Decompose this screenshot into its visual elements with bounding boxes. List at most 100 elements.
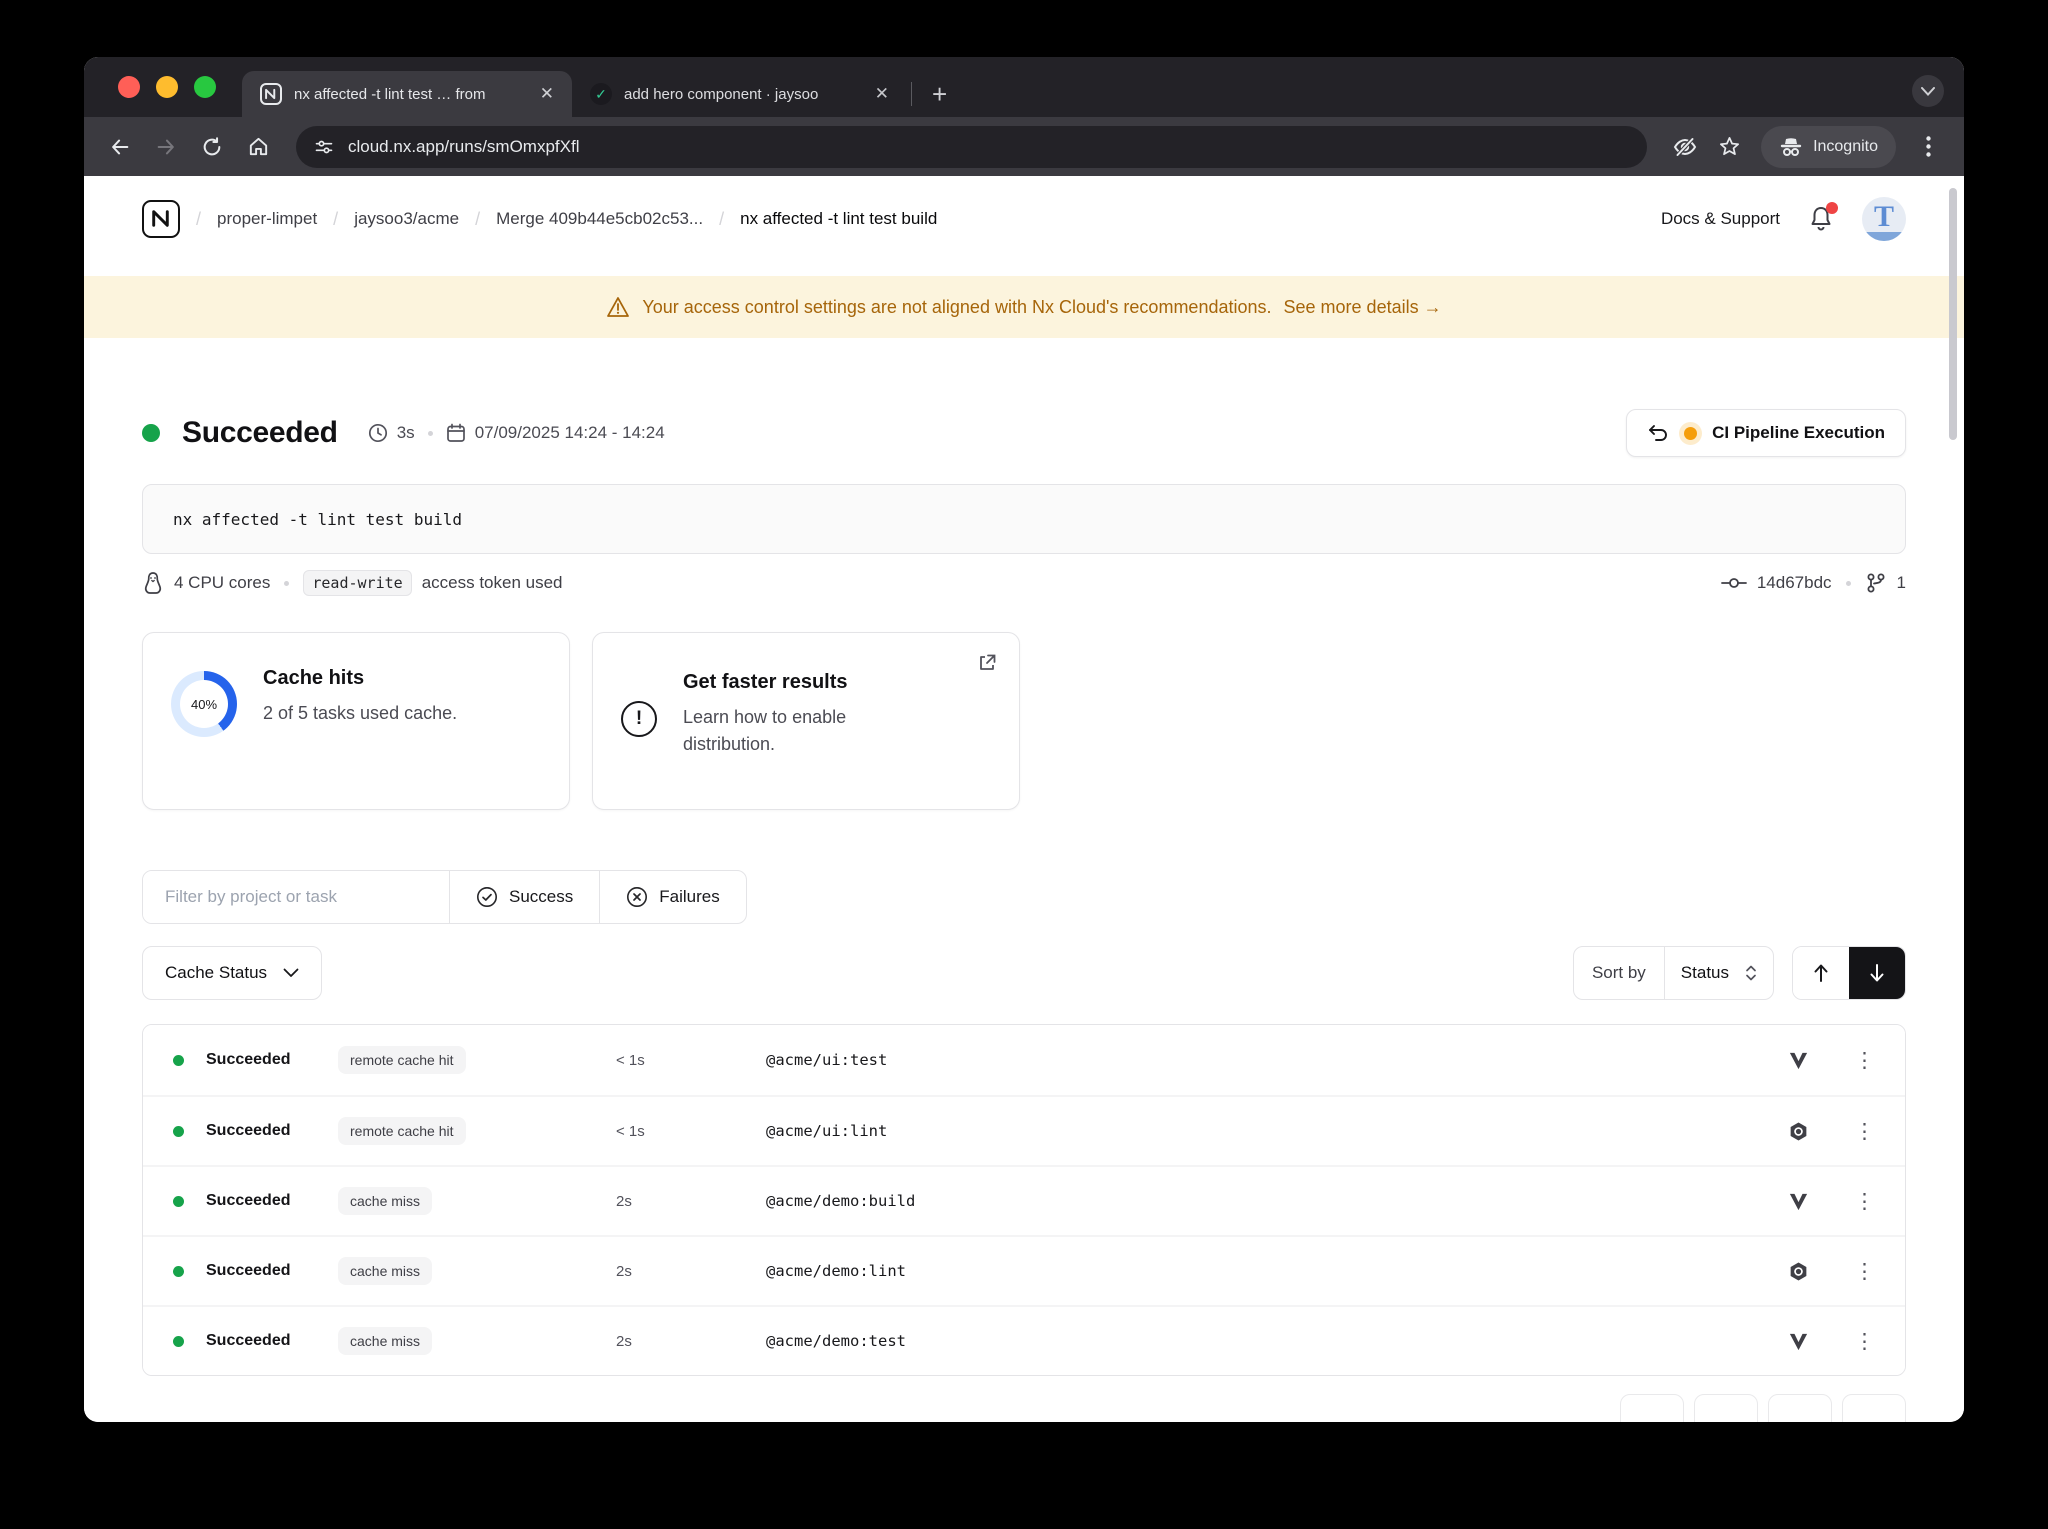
commit-sha[interactable]: 14d67bdc [1757, 573, 1832, 593]
eslint-icon [1787, 1260, 1810, 1283]
breadcrumb-workspace[interactable]: jaysoo3/acme [354, 209, 459, 229]
cache-badge: cache miss [338, 1327, 432, 1355]
row-menu-icon[interactable]: ⋮ [1854, 1050, 1875, 1071]
breadcrumb-separator: / [196, 209, 201, 230]
task-status: Succeeded [206, 1332, 338, 1350]
browser-toolbar: cloud.nx.app/runs/smOmxpfXfl Incognito [84, 117, 1964, 176]
cache-hit-donut: 40% [171, 671, 237, 737]
pagination-button[interactable] [1694, 1394, 1758, 1422]
site-settings-icon[interactable] [314, 137, 334, 157]
task-row[interactable]: Succeeded remote cache hit < 1s @acme/ui… [143, 1095, 1905, 1165]
avatar[interactable]: T [1862, 197, 1906, 241]
linux-penguin-icon [142, 571, 164, 595]
vitest-icon [1787, 1049, 1810, 1072]
task-target[interactable]: @acme/demo:test [766, 1332, 1787, 1350]
reload-icon[interactable] [192, 127, 232, 167]
new-tab-button[interactable]: + [922, 79, 957, 110]
pagination-button[interactable] [1620, 1394, 1684, 1422]
docs-support-link[interactable]: Docs & Support [1661, 209, 1780, 229]
filter-input[interactable] [143, 871, 449, 923]
filter-success-button[interactable]: Success [449, 871, 599, 923]
close-window-button[interactable] [118, 76, 140, 98]
run-status: Succeeded [182, 416, 338, 450]
cache-badge: cache miss [338, 1257, 432, 1285]
task-row[interactable]: Succeeded cache miss 2s @acme/demo:build… [143, 1165, 1905, 1235]
undo-arrow-icon [1647, 423, 1669, 443]
pipeline-button-label: CI Pipeline Execution [1712, 423, 1885, 443]
row-menu-icon[interactable]: ⋮ [1854, 1331, 1875, 1352]
incognito-label: Incognito [1813, 138, 1878, 156]
cache-badge: cache miss [338, 1187, 432, 1215]
sort-by-label: Sort by [1574, 947, 1665, 999]
breadcrumb-commit[interactable]: Merge 409b44e5cb02c53... [496, 209, 703, 229]
faster-results-title: Get faster results [683, 671, 923, 694]
task-filter-group: Success Failures [142, 870, 747, 924]
run-status-dot [142, 424, 160, 442]
nx-workspace-logo-icon[interactable] [142, 200, 180, 238]
home-icon[interactable] [238, 127, 278, 167]
row-menu-icon[interactable]: ⋮ [1854, 1121, 1875, 1142]
task-target[interactable]: @acme/ui:lint [766, 1122, 1787, 1140]
back-icon[interactable] [100, 127, 140, 167]
cache-status-dropdown[interactable]: Cache Status [142, 946, 322, 1000]
task-row[interactable]: Succeeded cache miss 2s @acme/demo:test … [143, 1305, 1905, 1375]
eye-off-icon[interactable] [1665, 127, 1705, 167]
clock-icon [368, 423, 388, 443]
notifications-bell-icon[interactable] [1806, 204, 1836, 234]
pagination-button[interactable] [1842, 1394, 1906, 1422]
window-controls[interactable] [84, 76, 242, 98]
bookmark-star-icon[interactable] [1709, 127, 1749, 167]
page-content: / proper-limpet / jaysoo3/acme / Merge 4… [84, 176, 1964, 1422]
pagination-button[interactable] [1768, 1394, 1832, 1422]
external-link-icon [977, 653, 997, 673]
breadcrumb-org[interactable]: proper-limpet [217, 209, 317, 229]
tab-divider [911, 82, 912, 106]
cache-badge: remote cache hit [338, 1117, 466, 1145]
sort-select[interactable]: Status [1665, 947, 1773, 999]
task-time: < 1s [616, 1052, 766, 1069]
branch-count[interactable]: 1 [1897, 573, 1906, 593]
forward-icon[interactable] [146, 127, 186, 167]
commit-icon [1721, 574, 1747, 592]
tab-pr[interactable]: ✓ add hero component · jaysoo ✕ [572, 71, 907, 117]
avatar-decoration [1862, 232, 1906, 241]
task-time: 2s [616, 1193, 766, 1210]
task-row[interactable]: Succeeded cache miss 2s @acme/demo:lint … [143, 1235, 1905, 1305]
filter-failures-button[interactable]: Failures [599, 871, 745, 923]
banner-link[interactable]: See more details → [1284, 297, 1442, 318]
ci-pipeline-execution-button[interactable]: CI Pipeline Execution [1626, 409, 1906, 457]
vitest-icon [1787, 1330, 1810, 1353]
minimize-window-button[interactable] [156, 76, 178, 98]
row-menu-icon[interactable]: ⋮ [1854, 1261, 1875, 1282]
task-status-dot [173, 1126, 184, 1137]
task-target[interactable]: @acme/demo:lint [766, 1262, 1787, 1280]
get-faster-results-card[interactable]: ! Get faster results Learn how to enable… [592, 632, 1020, 810]
url-text[interactable]: cloud.nx.app/runs/smOmxpfXfl [348, 137, 579, 157]
close-tab-icon[interactable]: ✕ [873, 84, 891, 104]
task-target[interactable]: @acme/ui:test [766, 1051, 1787, 1069]
sort-descending-button[interactable] [1849, 947, 1905, 999]
access-warning-banner[interactable]: Your access control settings are not ali… [84, 276, 1964, 338]
tab-nx-run[interactable]: nx affected -t lint test … from ✕ [242, 71, 572, 117]
tab-search-chevron-icon[interactable] [1912, 75, 1944, 107]
cache-badge: remote cache hit [338, 1046, 466, 1074]
close-tab-icon[interactable]: ✕ [538, 84, 556, 104]
page-scrollbar[interactable] [1949, 188, 1957, 440]
zoom-window-button[interactable] [194, 76, 216, 98]
incognito-badge[interactable]: Incognito [1761, 126, 1896, 168]
row-menu-icon[interactable]: ⋮ [1854, 1191, 1875, 1212]
group-by-label: Cache Status [165, 963, 267, 983]
access-token-badge: read-write [303, 570, 411, 596]
site-header: / proper-limpet / jaysoo3/acme / Merge 4… [84, 176, 1964, 262]
url-bar[interactable]: cloud.nx.app/runs/smOmxpfXfl [296, 126, 1647, 168]
arrow-down-icon [1868, 963, 1886, 983]
sort-ascending-button[interactable] [1793, 947, 1849, 999]
eslint-icon [1787, 1120, 1810, 1143]
task-status: Succeeded [206, 1262, 338, 1280]
browser-menu-icon[interactable] [1908, 127, 1948, 167]
access-token-text: access token used [422, 573, 563, 593]
calendar-icon [446, 423, 466, 443]
task-target[interactable]: @acme/demo:build [766, 1192, 1787, 1210]
filter-success-label: Success [509, 887, 573, 907]
task-row[interactable]: Succeeded remote cache hit < 1s @acme/ui… [143, 1025, 1905, 1095]
